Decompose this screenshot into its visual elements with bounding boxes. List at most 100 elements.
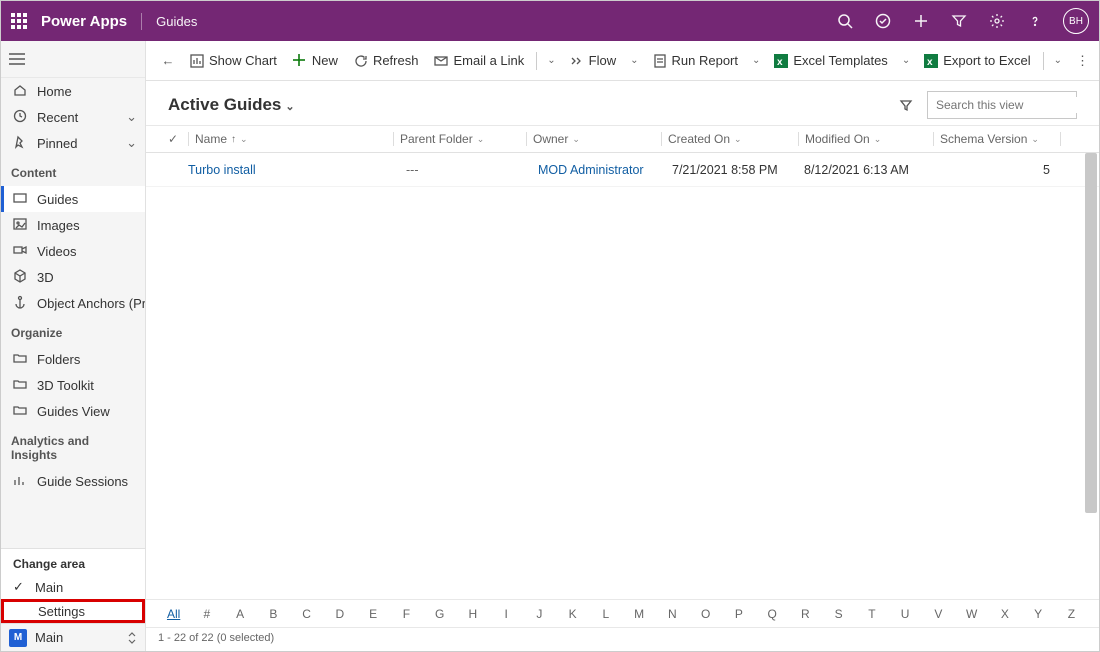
alpha-letter[interactable]: W [956,607,987,621]
environment-name[interactable]: Guides [142,14,197,29]
search-icon[interactable] [835,11,855,31]
grid-body: Turbo install --- MOD Administrator 7/21… [146,153,1099,599]
cmd-show-chart[interactable]: Show Chart [184,47,283,75]
sidebar-item-recent[interactable]: Recent ⌄ [1,104,145,130]
grid-header: ✓ Name↑⌄ Parent Folder⌄ Owner⌄ Created O… [146,125,1099,153]
alpha-letter[interactable]: Y [1023,607,1054,621]
alpha-letter[interactable]: N [657,607,688,621]
command-bar: ← Show Chart New Refresh Email a Link ⌄ … [146,41,1099,81]
alpha-letter[interactable]: G [424,607,455,621]
folder-icon [13,377,29,393]
alpha-letter[interactable]: M [624,607,655,621]
hamburger-icon[interactable] [1,47,33,71]
sidebar-item-guides[interactable]: Guides [1,186,145,212]
col-owner[interactable]: Owner⌄ [533,132,661,146]
alpha-letter[interactable]: B [258,607,289,621]
more-icon[interactable]: ⋮ [1076,53,1089,69]
label: Guides View [37,404,110,419]
col-created[interactable]: Created On⌄ [668,132,798,146]
col-name[interactable]: Name↑⌄ [195,132,393,146]
sidebar-item-guides-view[interactable]: Guides View [1,398,145,424]
app-launcher-icon[interactable] [11,13,27,29]
alpha-letter[interactable]: Q [757,607,788,621]
label: Pinned [37,136,77,151]
alpha-letter[interactable]: X [989,607,1020,621]
change-area-settings[interactable]: Settings [1,599,145,623]
cmd-flow[interactable]: Flow [564,47,622,75]
change-area-main[interactable]: ✓Main [1,575,145,599]
back-button[interactable]: ← [156,53,180,68]
cmd-email[interactable]: Email a Link [428,47,530,75]
funnel-icon[interactable] [949,11,969,31]
alpha-letter[interactable]: O [690,607,721,621]
col-modified[interactable]: Modified On⌄ [805,132,933,146]
chevron-down-icon[interactable]: ⌄ [748,55,764,66]
cmd-excel-templates[interactable]: xExcel Templates [768,47,893,75]
sidebar-item-home[interactable]: Home [1,78,145,104]
alpha-letter[interactable]: A [225,607,256,621]
sidebar-item-pinned[interactable]: Pinned⌄ [1,130,145,156]
sidebar-item-anchors[interactable]: Object Anchors (Prev... [1,290,145,316]
alpha-letter[interactable]: F [391,607,422,621]
chevron-down-icon[interactable]: ⌄ [898,55,914,66]
add-icon[interactable] [911,11,931,31]
alpha-letter[interactable]: R [790,607,821,621]
label: Videos [37,244,77,259]
col-parent[interactable]: Parent Folder⌄ [400,132,526,146]
label: Guide Sessions [37,474,128,489]
task-icon[interactable] [873,11,893,31]
label: Recent [37,110,78,125]
alpha-letter[interactable]: L [590,607,621,621]
alpha-all[interactable]: All [158,607,189,621]
alpha-letter[interactable]: S [823,607,854,621]
sidebar-item-toolkit[interactable]: 3D Toolkit [1,372,145,398]
sidebar-item-3d[interactable]: 3D [1,264,145,290]
sidebar-item-sessions[interactable]: Guide Sessions [1,468,145,494]
alpha-letter[interactable]: J [524,607,555,621]
cell-created: 7/21/2021 8:58 PM [672,163,804,177]
alpha-letter[interactable]: I [491,607,522,621]
search-box[interactable] [927,91,1077,119]
alpha-letter[interactable]: P [723,607,754,621]
chevron-down-icon[interactable]: ⌄ [543,55,559,66]
cell-schema: 5 [990,163,1050,177]
video-icon [13,243,29,259]
cmd-export-excel[interactable]: xExport to Excel [918,47,1036,75]
sidebar-item-images[interactable]: Images [1,212,145,238]
chevron-down-icon[interactable]: ⌄ [626,55,642,66]
area-label: Main [35,630,63,645]
alpha-letter[interactable]: Z [1056,607,1087,621]
chevron-down-icon: ⌄ [126,109,137,125]
record-link[interactable]: Turbo install [188,163,256,177]
search-input[interactable] [934,97,1093,113]
filter-icon[interactable] [899,98,927,112]
owner-link[interactable]: MOD Administrator [538,163,644,177]
alpha-letter[interactable]: V [923,607,954,621]
alpha-letter[interactable]: H [457,607,488,621]
alpha-letter[interactable]: K [557,607,588,621]
user-avatar[interactable]: BH [1063,8,1089,34]
alpha-letter[interactable]: D [324,607,355,621]
alpha-letter[interactable]: E [358,607,389,621]
help-icon[interactable] [1025,11,1045,31]
chevron-down-icon[interactable]: ⌄ [1050,55,1066,66]
alpha-letter[interactable]: U [890,607,921,621]
cmd-new[interactable]: New [287,47,344,75]
area-switcher[interactable]: M Main [1,623,145,651]
alpha-letter[interactable]: C [291,607,322,621]
label: 3D [37,270,54,285]
refresh-icon [354,54,368,68]
cmd-run-report[interactable]: Run Report [647,47,744,75]
col-schema[interactable]: Schema Version⌄ [940,132,1060,146]
gear-icon[interactable] [987,11,1007,31]
sidebar-item-folders[interactable]: Folders [1,346,145,372]
sidebar-item-videos[interactable]: Videos [1,238,145,264]
select-all[interactable]: ✓ [168,132,188,146]
table-row[interactable]: Turbo install --- MOD Administrator 7/21… [146,153,1099,187]
alpha-letter[interactable]: # [191,607,222,621]
cmd-refresh[interactable]: Refresh [348,47,425,75]
view-selector[interactable]: Active Guides⌄ [168,95,295,115]
change-area-title: Change area [1,549,145,575]
alpha-letter[interactable]: T [856,607,887,621]
scrollbar[interactable] [1085,153,1097,599]
